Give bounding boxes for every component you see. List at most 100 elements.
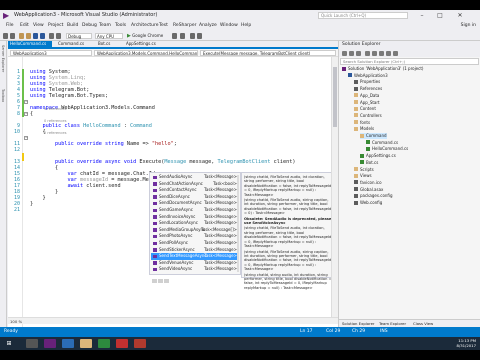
close-button[interactable]: ✕ — [452, 11, 468, 20]
collapse-all-icon[interactable] — [379, 50, 384, 56]
tree-node[interactable]: Global.asax — [354, 187, 383, 193]
save-all-icon[interactable] — [40, 33, 45, 39]
tree-node[interactable]: Views — [354, 173, 372, 179]
tree-node[interactable]: References — [354, 86, 382, 92]
tree-node[interactable]: Web.config — [354, 200, 382, 206]
menu-analyze[interactable]: Analyze — [199, 23, 217, 28]
tree-node[interactable]: Controllers — [354, 113, 382, 119]
completion-item[interactable]: SendStickerAsync Task<Message> — [151, 247, 239, 254]
completion-item[interactable]: SendLocationAsync Task<Message> — [151, 220, 239, 227]
open-file-icon[interactable] — [26, 33, 31, 39]
server-explorer-tab[interactable]: Server Explorer — [1, 45, 5, 72]
refresh-icon[interactable] — [172, 33, 177, 39]
start-icon[interactable]: ⊞ — [3, 339, 15, 348]
folder-icon[interactable] — [80, 339, 92, 348]
tab-solution-explorer[interactable]: Solution Explorer — [342, 321, 374, 326]
tab-appsettings[interactable]: AppSettings.cs — [124, 41, 164, 47]
tree-node[interactable]: Properties — [354, 79, 380, 85]
completion-item[interactable]: SendInvoiceAsync Task<Message> — [151, 214, 239, 221]
tree-node[interactable]: WebApplication3 — [348, 73, 388, 79]
completion-item[interactable]: SendVenueAsync Task<Message> — [151, 260, 239, 267]
completion-item[interactable]: SendContactAsync Task<Message> — [151, 187, 239, 194]
menu-resharper[interactable]: ReSharper — [173, 23, 196, 28]
type-dropdown[interactable]: WebApplication3.Models.Command.HelloComm… — [94, 50, 198, 56]
back-icon[interactable] — [342, 50, 347, 56]
menu-debug[interactable]: Debug — [82, 23, 97, 28]
tree-node[interactable]: favicon.ico — [354, 180, 382, 186]
member-dropdown[interactable]: Execute(Message message, TelegramBotClie… — [200, 50, 336, 56]
tree-node[interactable]: Command.cs — [366, 140, 398, 146]
completion-item[interactable]: SendGameAsync Task<Message> — [151, 207, 239, 214]
tab-class-view[interactable]: Class View — [413, 321, 433, 326]
completion-item[interactable]: SendAudioAsync Task<Message> — [151, 174, 239, 181]
start-debugging-button[interactable]: ▶ Google Chrome — [127, 33, 163, 39]
completion-scrollbar[interactable] — [237, 175, 239, 272]
tab-hellocommand[interactable]: HelloCommand.cs — [8, 41, 52, 47]
menu-build[interactable]: Build — [67, 23, 78, 28]
project-dropdown[interactable]: WebApplication3 — [10, 50, 92, 56]
sync-icon[interactable] — [365, 50, 370, 56]
tree-node[interactable]: packages.config — [354, 193, 392, 199]
undo-icon[interactable] — [49, 33, 54, 39]
zoom-level[interactable]: 100 % — [10, 319, 22, 324]
completion-item[interactable]: SendPollAsync Task<Message> — [151, 240, 239, 247]
chrome-icon[interactable] — [98, 339, 110, 348]
completion-item[interactable]: SendTextMessageAsync Task<Message> — [151, 253, 239, 260]
completion-item[interactable]: SendMediaGroupAsync Task<Message[]> — [151, 227, 239, 234]
menu-architecture[interactable]: Architecture — [131, 23, 159, 28]
codelens-name-references[interactable]: 0 references — [44, 119, 66, 123]
codelens-execute-references[interactable]: 2 references — [44, 131, 66, 135]
back-icon[interactable] — [3, 33, 8, 39]
menu-team[interactable]: Team — [99, 23, 111, 28]
refresh-icon[interactable] — [372, 50, 377, 56]
editor-vertical-scrollbar[interactable] — [331, 57, 338, 317]
tree-node[interactable]: HelloCommand.cs — [366, 146, 408, 152]
completion-item[interactable]: SendDiceAsync Task<Message> — [151, 194, 239, 201]
menu-file[interactable]: File — [6, 23, 14, 28]
browser-link-icon[interactable] — [180, 33, 185, 39]
tree-node[interactable]: App_Data — [354, 93, 379, 99]
sign-in-link[interactable]: Sign in — [461, 23, 476, 28]
filter-extension-icon[interactable] — [164, 279, 169, 283]
completion-item[interactable]: SendChatActionAsync Task<bool> — [151, 181, 239, 188]
tab-bot[interactable]: Bot.cs — [96, 41, 120, 47]
menu-test[interactable]: Test — [159, 23, 168, 28]
solution-search-input[interactable]: Search Solution Explorer (Ctrl+;) — [340, 58, 479, 65]
new-project-icon[interactable] — [19, 33, 24, 39]
completion-item[interactable]: SendPhotoAsync Task<Message> — [151, 233, 239, 240]
quick-launch-input[interactable]: Quick Launch (Ctrl+Q) — [318, 12, 408, 19]
menu-help[interactable]: Help — [241, 23, 251, 28]
tree-node[interactable]: Command — [360, 133, 387, 139]
tree-node[interactable]: AppSettings.cs — [360, 153, 396, 159]
tab-command[interactable]: Command.cs — [56, 41, 92, 47]
tree-node[interactable]: Scripts — [354, 167, 374, 173]
completion-item[interactable]: SendDocumentAsync Task<Message> — [151, 200, 239, 207]
comment-icon[interactable] — [190, 33, 195, 39]
menu-edit[interactable]: Edit — [20, 23, 29, 28]
toolbox-tab[interactable]: Toolbox — [1, 89, 5, 102]
minimize-button[interactable]: – — [414, 11, 430, 20]
media-icon[interactable] — [116, 339, 128, 348]
properties-icon[interactable] — [393, 50, 398, 56]
scrollbar-thumb[interactable] — [333, 67, 337, 127]
tree-node[interactable]: fonts — [354, 120, 370, 126]
tree-node[interactable]: App_Start — [354, 100, 380, 106]
menu-tools[interactable]: Tools — [115, 23, 126, 28]
outline-collapse-class[interactable]: − — [24, 112, 28, 116]
uncomment-icon[interactable] — [197, 33, 202, 39]
visual-studio-taskbar-icon[interactable] — [44, 339, 56, 348]
tree-node[interactable]: Bot.cs — [360, 160, 378, 166]
ie-icon[interactable] — [62, 339, 74, 348]
intellisense-completion-list[interactable]: SendAudioAsync Task<Message> SendChatActio… — [149, 172, 241, 283]
menu-window[interactable]: Window — [220, 23, 238, 28]
forward-icon[interactable] — [349, 50, 354, 56]
tab-team-explorer[interactable]: Team Explorer — [379, 321, 406, 326]
codelens-class-references[interactable]: 3 references — [44, 107, 66, 111]
outline-collapse-namespace[interactable]: − — [24, 100, 28, 104]
maximize-button[interactable]: □ — [432, 11, 448, 20]
save-icon[interactable] — [33, 33, 38, 39]
outline-collapse-method[interactable]: − — [24, 136, 28, 140]
tree-node[interactable]: Solution 'WebApplication3' (1 project) — [342, 66, 423, 72]
solution-platform-select[interactable]: Any CPU — [95, 32, 123, 39]
app-icon[interactable] — [134, 339, 146, 348]
